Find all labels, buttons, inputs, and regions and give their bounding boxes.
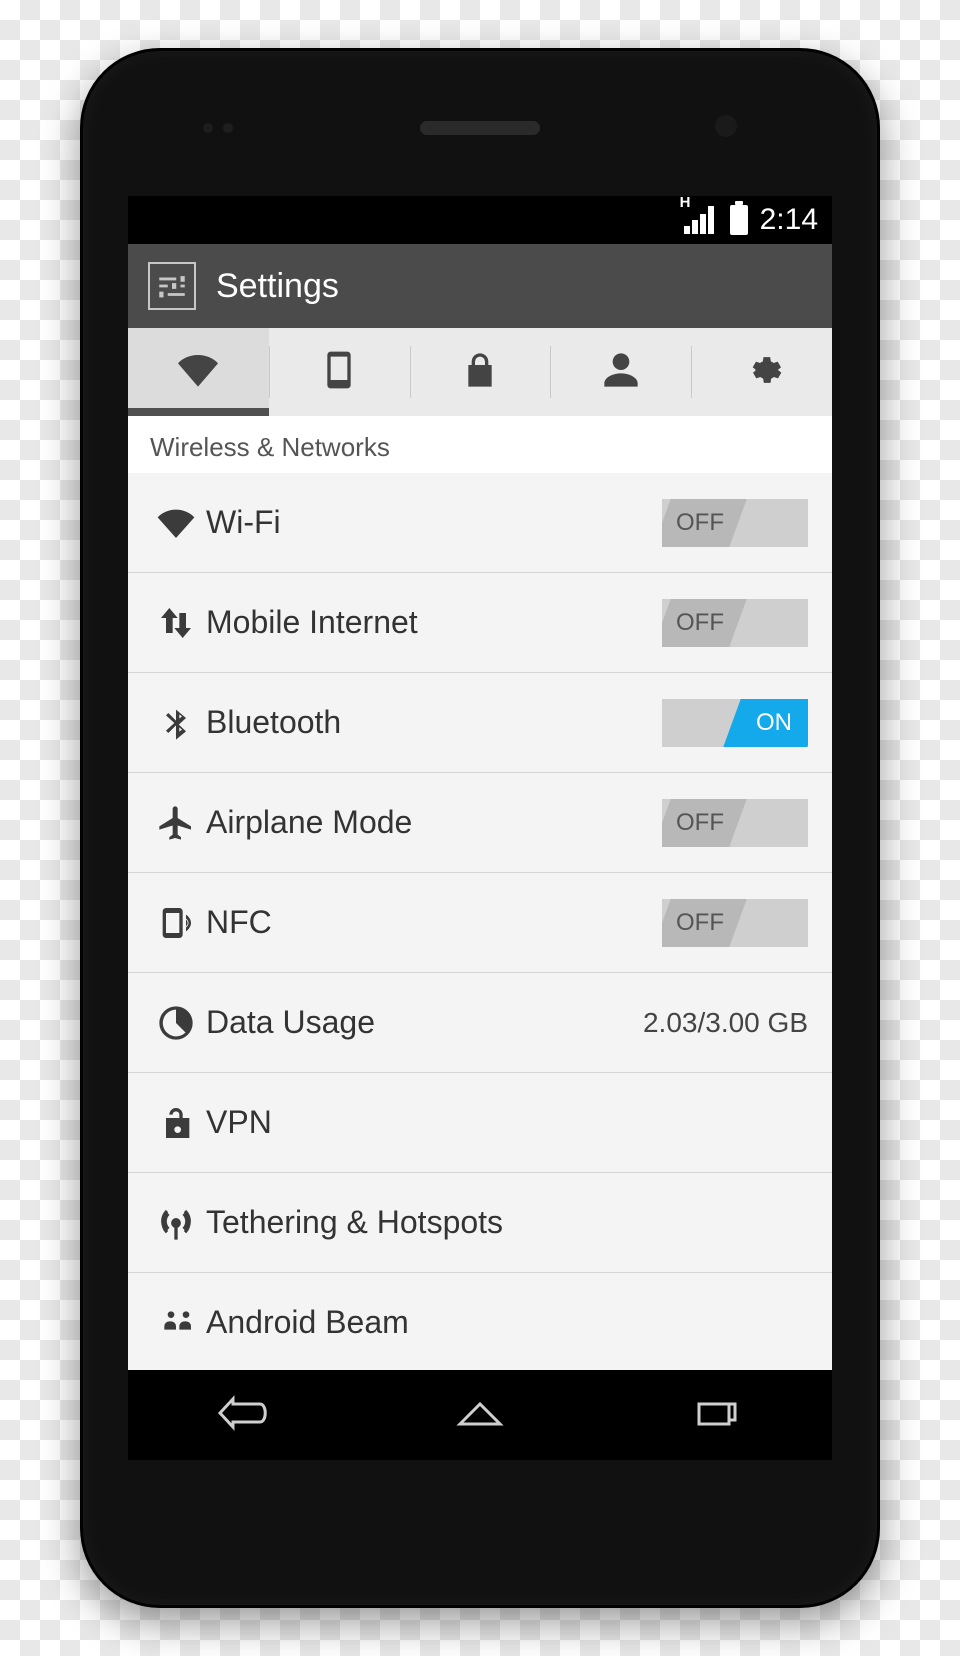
recent-apps-button[interactable] xyxy=(685,1393,745,1438)
row-bluetooth[interactable]: Bluetooth ON xyxy=(128,673,832,773)
settings-list: Wi-Fi OFF Mobile Internet OFF Bluetooth xyxy=(128,473,832,1370)
row-mobile-internet[interactable]: Mobile Internet OFF xyxy=(128,573,832,673)
wifi-icon xyxy=(146,503,206,543)
row-label: Wi-Fi xyxy=(206,504,662,541)
row-label: Bluetooth xyxy=(206,704,662,741)
data-arrows-icon xyxy=(146,603,206,643)
section-header: Wireless & Networks xyxy=(128,416,832,473)
nfc-icon xyxy=(146,903,206,943)
battery-icon xyxy=(730,205,748,235)
clock: 2:14 xyxy=(760,203,818,237)
screen: H 2:14 Settings xyxy=(128,196,832,1460)
home-button[interactable] xyxy=(450,1393,510,1438)
row-vpn[interactable]: VPN xyxy=(128,1073,832,1173)
row-label: VPN xyxy=(206,1104,808,1141)
lock-icon xyxy=(460,350,500,395)
page-title: Settings xyxy=(216,267,339,306)
tab-personal[interactable] xyxy=(550,328,691,416)
phone-front-camera xyxy=(715,115,737,137)
row-wifi[interactable]: Wi-Fi OFF xyxy=(128,473,832,573)
row-data-usage[interactable]: Data Usage 2.03/3.00 GB xyxy=(128,973,832,1073)
title-bar: Settings xyxy=(128,244,832,328)
data-pie-icon xyxy=(146,1003,206,1043)
phone-icon xyxy=(319,350,359,395)
vpn-lock-icon xyxy=(146,1103,206,1143)
mobile-internet-toggle[interactable]: OFF xyxy=(662,599,808,647)
row-nfc[interactable]: NFC OFF xyxy=(128,873,832,973)
row-android-beam[interactable]: Android Beam xyxy=(128,1273,832,1370)
row-label: Mobile Internet xyxy=(206,604,662,641)
back-button[interactable] xyxy=(215,1393,275,1438)
signal-icon: H xyxy=(684,206,718,234)
tab-strip xyxy=(128,328,832,416)
navigation-bar xyxy=(128,1370,832,1460)
airplane-icon xyxy=(146,803,206,843)
data-usage-value: 2.03/3.00 GB xyxy=(643,1007,808,1039)
phone-sensor-dots xyxy=(203,123,233,133)
row-label: NFC xyxy=(206,904,662,941)
bluetooth-toggle[interactable]: ON xyxy=(662,699,808,747)
wifi-toggle[interactable]: OFF xyxy=(662,499,808,547)
phone-frame: H 2:14 Settings xyxy=(80,48,880,1608)
nfc-toggle[interactable]: OFF xyxy=(662,899,808,947)
android-beam-icon xyxy=(146,1303,206,1343)
settings-sliders-icon xyxy=(148,262,196,310)
row-label: Data Usage xyxy=(206,1004,643,1041)
tab-device[interactable] xyxy=(269,328,410,416)
tab-security[interactable] xyxy=(410,328,551,416)
person-icon xyxy=(601,350,641,395)
wifi-icon xyxy=(178,350,218,395)
row-label: Android Beam xyxy=(206,1304,808,1341)
gear-icon xyxy=(742,350,782,395)
tab-system[interactable] xyxy=(691,328,832,416)
airplane-toggle[interactable]: OFF xyxy=(662,799,808,847)
status-bar: H 2:14 xyxy=(128,196,832,244)
row-airplane-mode[interactable]: Airplane Mode OFF xyxy=(128,773,832,873)
row-label: Tethering & Hotspots xyxy=(206,1204,808,1241)
row-label: Airplane Mode xyxy=(206,804,662,841)
phone-speaker xyxy=(420,121,540,135)
hotspot-icon xyxy=(146,1203,206,1243)
bluetooth-icon xyxy=(146,703,206,743)
tab-wireless[interactable] xyxy=(128,328,269,416)
network-type: H xyxy=(680,196,691,211)
row-tethering[interactable]: Tethering & Hotspots xyxy=(128,1173,832,1273)
